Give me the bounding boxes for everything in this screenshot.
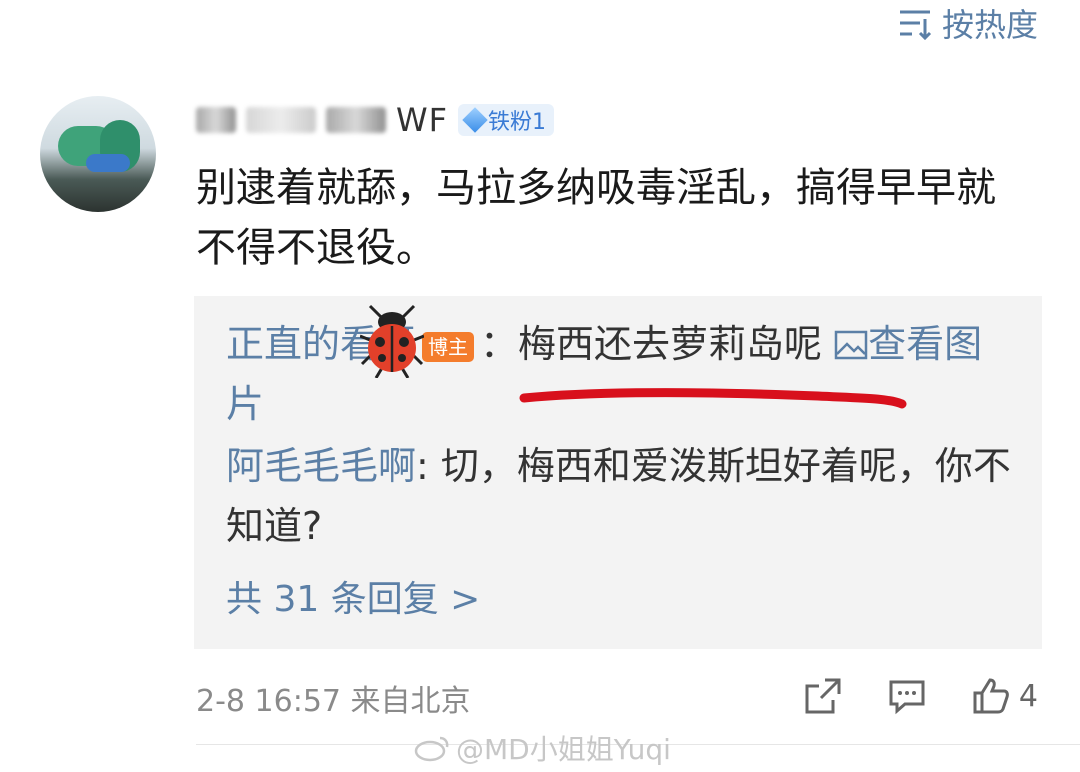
comment-meta: 2-8 16:57 来自北京 [196,676,471,720]
reply-item[interactable]: 阿毛毛毛啊: 切，梅西和爱泼斯坦好着呢，你不知道? [226,436,1016,556]
fan-badge[interactable]: 铁粉1 [458,104,555,136]
image-icon [834,330,868,360]
diamond-icon [462,107,488,133]
avatar[interactable] [40,96,156,212]
like-count: 4 [1018,678,1038,714]
blogger-badge: 博主 [422,331,475,362]
sort-label: 按热度 [941,6,1038,44]
ladybug-icon [360,304,424,378]
red-highlight-underline [519,388,907,409]
blurred-name-part [196,107,236,133]
reply-item[interactable]: 正直的看哥 博主 ：梅西还去萝莉岛呢 查看图片 [226,314,1016,434]
sort-icon [899,10,932,40]
reply-thread[interactable]: 正直的看哥 博主 ：梅西还去萝莉岛呢 查看图片 阿毛毛毛啊: 切，梅西和爱泼斯坦好着… [194,296,1042,649]
comment-actions: 4 [803,672,1038,720]
blurred-name-part [246,107,316,133]
reply-text: ：梅西还去萝莉岛呢 [480,322,823,366]
comment-location: 来自北京 [350,684,471,719]
like-button[interactable]: 4 [971,676,1038,716]
share-icon [805,678,841,714]
comment-icon [889,680,925,715]
comment-time: 2-8 16:57 [196,684,341,719]
comment-text: 别逮着就舔，马拉多纳吸毒淫乱，搞得早早就不得不退役。 [196,165,996,271]
share-button[interactable] [803,676,843,716]
blurred-name-part [326,107,386,133]
watermark-text: @MD小姐姐Yuqi [456,733,671,766]
sort-by-hot-button[interactable]: 按热度 [898,2,1038,44]
comment-username[interactable]: WF 铁粉1 [196,98,555,142]
weibo-icon [414,736,449,762]
more-replies-link[interactable]: 共 31 条回复 > [226,570,480,622]
username-text: WF [396,101,449,139]
watermark: @MD小姐姐Yuqi [414,728,671,768]
fan-badge-label: 铁粉1 [488,110,547,135]
reply-button[interactable] [887,676,927,716]
reply-author[interactable]: 阿毛毛毛啊 [226,444,416,488]
thumbs-up-icon [973,678,1009,714]
